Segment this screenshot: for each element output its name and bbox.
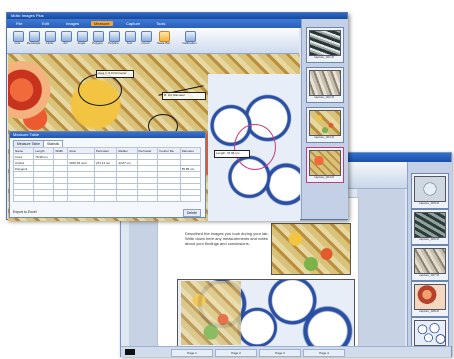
thumbnail-image — [414, 284, 446, 310]
report-right-margin — [357, 189, 405, 349]
ribbon-button-label: Polygon — [92, 41, 103, 45]
ribbon-button-label: Line — [14, 41, 21, 45]
ribbon-button-label: Polyline — [108, 41, 119, 45]
report-thumbnail-strip: capture_025.tif capture_026.tif capture_… — [407, 162, 452, 353]
ribbon-button-label: Angle — [77, 41, 86, 45]
thumbnail-image — [414, 320, 446, 346]
table-row[interactable] — [12, 195, 202, 202]
delete-button[interactable]: Delete — [182, 209, 201, 217]
ribbon-angle-button[interactable]: Angle — [75, 30, 88, 51]
menu-capture[interactable]: Capture — [123, 21, 143, 26]
report-status-bar: Page 1 Page 2 Page 3 Page 4 — [121, 346, 451, 357]
ribbon-button-label: Calibration — [182, 41, 197, 45]
thumbnail[interactable]: capture_021.tif — [306, 27, 344, 63]
menu-measure[interactable]: Measure — [91, 21, 113, 26]
thumbnail-image — [309, 70, 341, 96]
measurement-label: Area 1: 0.0 Perimeter — [96, 70, 134, 78]
tab-statistic[interactable]: Statistic — [43, 140, 64, 147]
thumbnail-image — [414, 248, 446, 274]
thumbnail-caption: capture_026.tif — [419, 237, 439, 241]
table-cell — [33, 195, 55, 202]
ribbon-line-button[interactable]: Line — [11, 30, 24, 51]
thumbnail-caption: capture_028.tif — [419, 309, 439, 313]
report-image-overlay — [181, 281, 241, 345]
ribbon-arc-button[interactable]: Arc — [59, 30, 72, 51]
measure-ellipse[interactable] — [78, 74, 122, 106]
status-tab[interactable]: Page 3 — [259, 349, 301, 357]
ribbon-button-label: Count — [141, 41, 150, 45]
tab-measure-table[interactable]: Measure Table — [13, 140, 44, 147]
menu-images[interactable]: Images — [63, 21, 82, 26]
measurement-table: Name Length Width Area Perimeter Radius Perime… — [12, 147, 202, 202]
status-tab[interactable]: Page 2 — [215, 349, 257, 357]
thumbnail[interactable]: capture_026.tif — [411, 209, 449, 245]
table-cell — [136, 195, 159, 202]
ribbon-button-label: Circle — [45, 41, 54, 45]
measurement-label: Length: 76.98 um — [214, 150, 250, 158]
export-excel-button[interactable]: Export to Excel — [13, 209, 37, 215]
menu-tools[interactable]: Tools — [153, 21, 168, 26]
ribbon-rectangle-button[interactable]: Rectangle — [27, 30, 40, 51]
ribbon-polygon-button[interactable]: Polygon — [91, 30, 104, 51]
report-description[interactable]: Described the images you took during you… — [185, 231, 269, 246]
ribbon-button-label: Text — [126, 41, 133, 45]
ribbon-polyline-button[interactable]: Polyline — [107, 30, 120, 51]
red-cell-cluster — [8, 58, 53, 138]
thumbnail[interactable]: capture_022.tif — [306, 67, 344, 103]
table-cell — [67, 195, 95, 202]
thumbnail-caption: capture_023.tif — [314, 135, 334, 139]
color-swatch[interactable] — [125, 349, 135, 355]
table-cell — [179, 195, 202, 202]
thumbnail-caption: capture_025.tif — [419, 201, 439, 205]
status-tab[interactable]: Page 4 — [303, 349, 345, 357]
thumbnail[interactable]: capture_023.tif — [306, 107, 344, 143]
table-cell — [53, 195, 69, 202]
table-cell — [93, 195, 118, 202]
thumbnail[interactable]: capture_027.tif — [411, 245, 449, 281]
thumbnail-image — [309, 30, 341, 56]
table-cell — [116, 195, 138, 202]
thumbnail[interactable]: capture_024.tif — [306, 147, 344, 183]
thumbnail-caption: capture_021.tif — [314, 55, 334, 59]
thumbnail-image — [414, 176, 446, 202]
thumbnail-image — [414, 212, 446, 238]
ribbon-text-button[interactable]: Text — [123, 30, 136, 51]
thumbnail-strip: capture_021.tif capture_022.tif capture_… — [301, 19, 348, 219]
measure-table-panel: Measure Table Measure Table Statistic Na… — [9, 131, 206, 218]
thumbnail[interactable]: capture_028.tif — [411, 281, 449, 317]
ribbon-circle-button[interactable]: Circle — [43, 30, 56, 51]
thumbnail-caption: capture_024.tif — [314, 175, 334, 179]
measure-ribbon: Line Rectangle Circle Arc Angle Polygon … — [7, 28, 299, 54]
ribbon-calibration-button[interactable]: Calibration — [182, 30, 197, 51]
ribbon-button-label: Scale Bar — [156, 41, 170, 45]
thumbnail-caption: capture_027.tif — [419, 273, 439, 277]
ribbon-button-label: Arc — [63, 41, 68, 45]
measurement-label: R: 0.0 Diameter — [162, 92, 206, 100]
report-image-plant — [271, 223, 351, 275]
menu-file[interactable]: File — [13, 21, 25, 26]
thumbnail-caption: capture_022.tif — [314, 95, 334, 99]
table-cell — [157, 195, 181, 202]
ribbon-button-label: Rectangle — [26, 41, 41, 45]
table-cell — [12, 195, 35, 202]
panel-title: Measure Table — [10, 132, 205, 138]
status-tab[interactable]: Page 1 — [171, 349, 213, 357]
measure-circle[interactable] — [234, 124, 276, 170]
thumbnail[interactable]: capture_025.tif — [411, 173, 449, 209]
thumbnail-image — [309, 110, 341, 136]
thumbnail-image — [309, 150, 341, 176]
ribbon-scale-bar-button[interactable]: Scale Bar — [157, 30, 170, 51]
menu-edit[interactable]: Edit — [39, 21, 52, 26]
main-window: Motic Images Plus File Edit Images Measu… — [6, 12, 348, 221]
panel-footer: Export to Excel Delete — [13, 209, 201, 217]
menu-bar: File Edit Images Measure Capture Tools — [7, 19, 347, 28]
ribbon-count-button[interactable]: Count — [139, 30, 152, 51]
